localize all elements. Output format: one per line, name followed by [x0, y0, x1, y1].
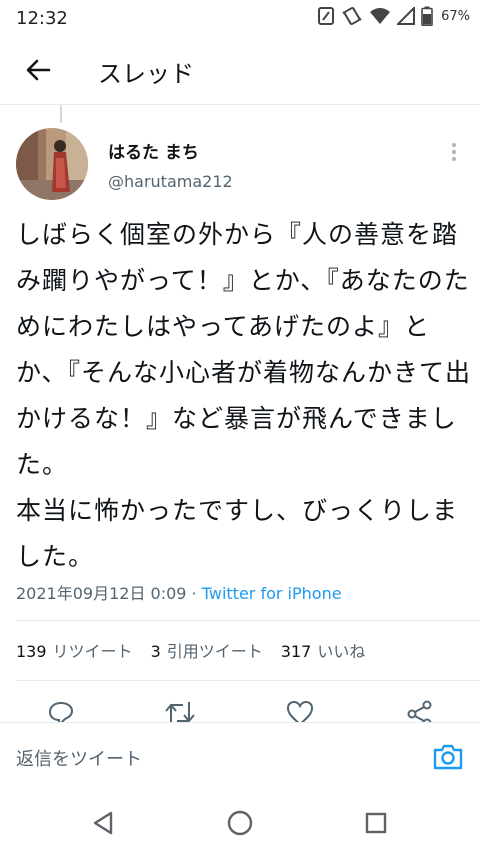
retweets-count: 139	[16, 642, 47, 661]
status-time: 12:32	[16, 8, 68, 29]
wifi-icon	[370, 8, 391, 24]
avatar[interactable]	[16, 128, 88, 200]
likes-stat[interactable]: 317 いいね	[281, 638, 366, 662]
tweet-actions	[0, 700, 480, 722]
camera-icon	[433, 744, 463, 770]
tweet-text: しばらく個室の外から『人の善意を踏み躙りやがって！』とか、『あなたのためにわたし…	[16, 220, 472, 571]
status-icons: 67%	[317, 6, 470, 26]
retweet-icon	[165, 702, 195, 722]
dot-icon	[452, 157, 456, 161]
page-title: スレッド	[98, 60, 194, 88]
meta-divider	[16, 620, 480, 621]
likes-count: 317	[280, 642, 312, 661]
heart-icon	[286, 700, 314, 722]
app-bar: スレッド	[0, 36, 480, 104]
share-button[interactable]	[406, 700, 434, 722]
reply-input[interactable]: 返信をツイート	[16, 745, 142, 771]
reply-bar: 返信をツイート	[0, 722, 480, 793]
quotes-label: 引用ツイート	[166, 642, 263, 661]
dot-icon	[452, 143, 456, 147]
tweet-date: 2021年09月12日 0:09	[16, 584, 187, 603]
tweet-meta: 2021年09月12日 0:09 · Twitter for iPhone	[16, 580, 342, 604]
username[interactable]: @harutama212	[108, 172, 233, 191]
battery-percent: 67%	[441, 8, 470, 24]
retweets-label: リツイート	[52, 642, 133, 661]
arrow-left-icon	[26, 59, 51, 81]
reply-button[interactable]	[48, 700, 74, 722]
nav-home-button[interactable]	[223, 806, 257, 840]
thread-connector-line	[60, 105, 62, 123]
header-divider	[0, 104, 480, 105]
stats-divider	[16, 680, 480, 681]
battery-icon	[421, 6, 433, 26]
triangle-back-icon	[93, 811, 113, 835]
like-button[interactable]	[286, 700, 314, 722]
reply-icon	[48, 701, 74, 722]
nfc-icon	[318, 7, 335, 25]
share-icon	[407, 700, 432, 722]
signal-icon	[397, 7, 416, 25]
meta-separator: ·	[191, 584, 197, 603]
retweets-stat[interactable]: 139 リツイート	[16, 638, 133, 662]
square-recents-icon	[365, 812, 387, 834]
quotes-count: 3	[150, 642, 161, 661]
likes-label: いいね	[317, 642, 366, 661]
avatar-image	[16, 128, 88, 200]
quotes-stat[interactable]: 3 引用ツイート	[151, 638, 263, 662]
nav-back-button[interactable]	[86, 806, 120, 840]
tweet-stats: 139 リツイート 3 引用ツイート 317 いいね	[16, 638, 365, 662]
camera-button[interactable]	[432, 741, 464, 773]
system-navigation-bar	[0, 792, 480, 853]
back-button[interactable]	[18, 52, 58, 88]
vibrate-icon	[342, 6, 362, 26]
circle-home-icon	[227, 810, 253, 836]
retweet-button[interactable]	[164, 700, 196, 722]
nav-recents-button[interactable]	[359, 806, 393, 840]
dot-icon	[452, 150, 456, 154]
tweet-source-link[interactable]: Twitter for iPhone	[202, 584, 342, 603]
display-name[interactable]: はるた まち	[108, 138, 199, 163]
status-bar: 12:32 67%	[0, 0, 480, 36]
more-options-button[interactable]	[444, 140, 464, 164]
